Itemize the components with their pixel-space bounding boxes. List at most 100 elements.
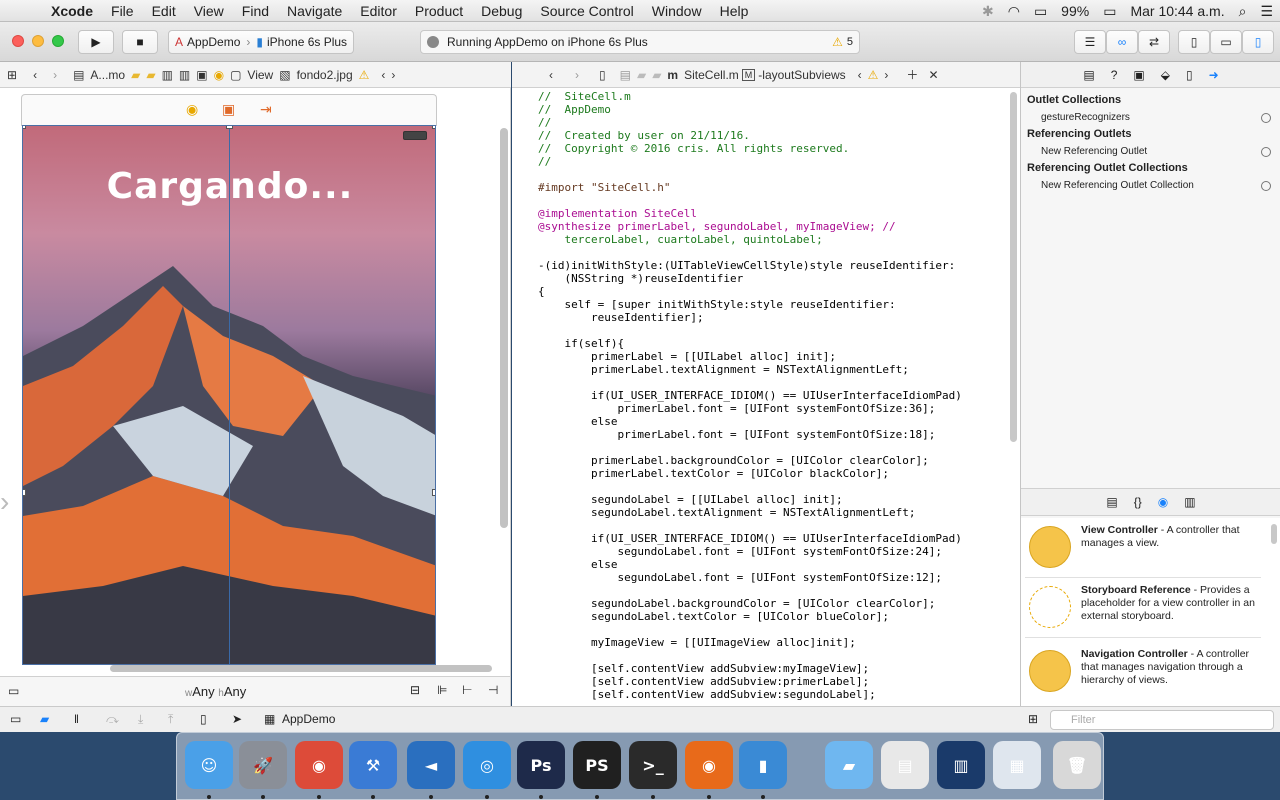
dock-finder-icon[interactable]: ☺	[185, 741, 233, 789]
breadcrumb-method[interactable]: -layoutSubviews	[755, 68, 848, 82]
code-line[interactable]: primerLabel.textColor = [UIColor blackCo…	[538, 467, 962, 480]
menu-file[interactable]: File	[102, 0, 143, 22]
previous-issue-icon[interactable]: ‹	[378, 68, 388, 82]
file-inspector-icon[interactable]: ▤	[1083, 68, 1094, 82]
dock-folder-icon[interactable]: ▰	[825, 741, 873, 789]
add-editor-icon[interactable]: ＋	[903, 66, 921, 83]
folder-icon[interactable]: ▰	[128, 68, 143, 82]
step-over-icon[interactable]: ⤼	[106, 712, 119, 727]
code-line[interactable]	[538, 480, 962, 493]
connection-row[interactable]: New Referencing Outlet	[1021, 143, 1280, 160]
code-line[interactable]: segundoLabel.font = [UIFont systemFontOf…	[538, 545, 962, 558]
breadcrumb-view[interactable]: View	[244, 68, 276, 82]
scene-icon[interactable]: ▣	[193, 68, 210, 82]
close-editor-icon[interactable]: ✕	[925, 68, 941, 82]
menu-help[interactable]: Help	[711, 0, 758, 22]
code-line[interactable]	[538, 623, 962, 636]
standard-editor-button[interactable]: ☰	[1074, 30, 1106, 54]
connection-row[interactable]: New Referencing Outlet Collection	[1021, 177, 1280, 194]
back-arrow-icon[interactable]: ‹	[30, 68, 40, 82]
code-line[interactable]	[538, 168, 962, 181]
method-icon[interactable]: M	[741, 68, 756, 81]
code-line[interactable]	[538, 519, 962, 532]
code-line[interactable]: @synthesize primerLabel, segundoLabel, m…	[538, 220, 962, 233]
spotlight-search-icon[interactable]: ⌕	[1232, 3, 1254, 20]
battery-icon[interactable]: ▭	[1096, 3, 1123, 20]
resize-handle[interactable]	[432, 489, 435, 496]
dock-safari-icon[interactable]: ◎	[463, 741, 511, 789]
connection-circle-icon[interactable]	[1261, 147, 1271, 157]
warning-icon[interactable]: ⚠	[832, 35, 843, 49]
debug-target-name[interactable]: AppDemo	[282, 712, 335, 726]
bluetooth-icon[interactable]: ✱	[975, 3, 1001, 20]
resize-handle[interactable]	[432, 126, 435, 129]
resolve-layout-icon[interactable]: ⊣	[488, 683, 498, 697]
hide-debug-area-icon[interactable]: ▭	[10, 712, 21, 726]
menu-product[interactable]: Product	[406, 0, 472, 22]
source-code-editor[interactable]: // SiteCell.m// AppDemo//// Created by u…	[512, 88, 1020, 706]
connection-circle-icon[interactable]	[1261, 113, 1271, 123]
code-line[interactable]: reuseIdentifier];	[538, 311, 962, 324]
connection-row[interactable]: gestureRecognizers	[1021, 109, 1280, 126]
code-line[interactable]: -(id)initWithStyle:(UITableViewCellStyle…	[538, 259, 962, 272]
next-issue-icon[interactable]: ›	[388, 68, 398, 82]
menu-find[interactable]: Find	[233, 0, 278, 22]
identity-inspector-icon[interactable]: ▣	[1133, 68, 1144, 82]
code-line[interactable]: segundoLabel.font = [UIFont systemFontOf…	[538, 571, 962, 584]
code-line[interactable]: myImageView = [[UIImageView alloc]init];	[538, 636, 962, 649]
vertical-scrollbar[interactable]	[500, 128, 508, 528]
code-line[interactable]: // SiteCell.m	[538, 90, 962, 103]
code-line[interactable]: if(UI_USER_INTERFACE_IDIOM() == UIUserIn…	[538, 532, 962, 545]
code-text[interactable]: // SiteCell.m// AppDemo//// Created by u…	[538, 90, 962, 701]
assistant-editor-button[interactable]: ∞	[1106, 30, 1138, 54]
forward-arrow-icon[interactable]: ›	[50, 68, 60, 82]
code-line[interactable]: segundoLabel.textAlignment = NSTextAlign…	[538, 506, 962, 519]
code-line[interactable]: [self.contentView addSubview:primerLabel…	[538, 675, 962, 688]
code-line[interactable]: primerLabel.font = [UIFont systemFontOfS…	[538, 428, 962, 441]
menu-window[interactable]: Window	[643, 0, 711, 22]
view-hierarchy-icon[interactable]: ▯	[200, 712, 207, 726]
dock-terminal-icon[interactable]: >_	[629, 741, 677, 789]
storyboard-icon[interactable]: ▥	[176, 68, 193, 82]
pause-icon[interactable]: ‖	[74, 712, 79, 726]
object-library-icon[interactable]: ◉	[1158, 495, 1168, 509]
related-items-icon[interactable]: ⊞	[4, 68, 20, 82]
warning-count[interactable]: 5	[847, 36, 853, 48]
code-line[interactable]: //	[538, 155, 962, 168]
code-line[interactable]: self = [super initWithStyle:style reuseI…	[538, 298, 962, 311]
first-responder-icon[interactable]: ▣	[222, 101, 235, 118]
thread-icon[interactable]: ▦	[264, 712, 275, 726]
code-line[interactable]: [self.contentView addSubview:segundoLabe…	[538, 688, 962, 701]
dock-xcode-icon[interactable]: ⚒	[349, 741, 397, 789]
dock-firefox-icon[interactable]: ◉	[685, 741, 733, 789]
editor-scrollbar[interactable]	[1010, 92, 1017, 442]
folder-icon[interactable]: ▰	[649, 68, 664, 82]
breadcrumb-image[interactable]: fondo2.jpg	[294, 68, 356, 82]
dock-simulator-icon[interactable]: ▮	[739, 741, 787, 789]
code-line[interactable]	[538, 441, 962, 454]
media-library-icon[interactable]: ▥	[1184, 495, 1195, 509]
library-scrollbar[interactable]	[1271, 524, 1277, 544]
dock-photoshop-icon[interactable]: Ps	[517, 741, 565, 789]
breakpoints-icon[interactable]: ▰	[40, 712, 49, 726]
library-item-navigation-controller[interactable]: Navigation Controller - A controller tha…	[1025, 644, 1261, 702]
resize-handle[interactable]	[23, 489, 26, 496]
code-snippet-library-icon[interactable]: {}	[1134, 495, 1142, 509]
code-line[interactable]: primerLabel.textAlignment = NSTextAlignm…	[538, 363, 962, 376]
stop-button[interactable]: ■	[122, 30, 158, 54]
dock-phpstorm-icon[interactable]: PS	[573, 741, 621, 789]
exit-icon[interactable]: ⇥	[260, 101, 272, 118]
code-line[interactable]: if(UI_USER_INTERFACE_IDIOM() == UIUserIn…	[538, 389, 962, 402]
location-icon[interactable]: ➤	[232, 712, 242, 726]
close-window-button[interactable]	[12, 35, 24, 47]
next-issue-icon[interactable]: ›	[881, 68, 891, 82]
view-controller-icon[interactable]: ◉	[186, 101, 198, 118]
code-line[interactable]	[538, 649, 962, 662]
grid-view-icon[interactable]: ⊞	[1028, 712, 1038, 726]
zoom-window-button[interactable]	[52, 35, 64, 47]
minimize-window-button[interactable]	[32, 35, 44, 47]
version-editor-button[interactable]: ⇄	[1138, 30, 1170, 54]
code-line[interactable]: segundoLabel.textColor = [UIColor blueCo…	[538, 610, 962, 623]
resize-handle[interactable]	[23, 126, 26, 129]
code-line[interactable]: if(self){	[538, 337, 962, 350]
